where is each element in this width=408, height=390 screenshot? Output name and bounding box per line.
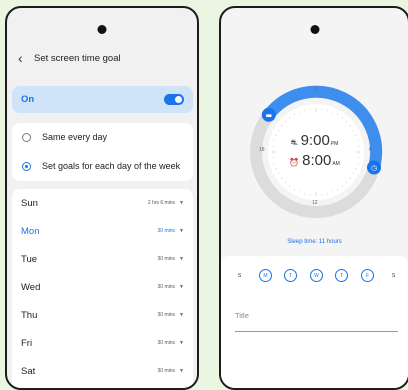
day-value-text: 30 mins <box>158 256 176 262</box>
day-name: Thu <box>21 310 37 321</box>
day-value-text: 30 mins <box>158 284 176 290</box>
day-value: 2 hrs 6 mins ▼ <box>148 200 184 206</box>
day-value: 30 mins▼ <box>158 284 184 290</box>
dropdown-caret-icon: ▼ <box>179 256 184 262</box>
day-name: Sat <box>21 366 35 377</box>
wake-time: 8:00 <box>302 152 331 169</box>
day-name: Fri <box>21 338 32 349</box>
weekday-fri[interactable]: F <box>361 269 374 282</box>
camera-dot <box>98 25 107 34</box>
dropdown-caret-icon: ▼ <box>179 200 184 206</box>
weekday-sat[interactable]: S <box>387 269 400 282</box>
dial-label-12: 12 <box>312 200 318 206</box>
day-name: Sun <box>21 198 38 209</box>
option-same-every-day[interactable]: Same every day <box>22 132 107 142</box>
day-name: Tue <box>21 254 37 265</box>
dropdown-caret-icon: ▼ <box>179 368 184 374</box>
master-switch-row[interactable]: On <box>12 86 193 113</box>
radio-button-selected[interactable] <box>22 162 31 171</box>
option-label: Same every day <box>42 132 107 142</box>
day-row-thu[interactable]: Thu 30 mins▼ <box>12 301 193 329</box>
alarm-small-icon: ⏰ <box>289 158 299 167</box>
toggle-knob <box>175 96 182 103</box>
day-value: 30 mins▼ <box>158 228 184 234</box>
day-row-sun[interactable]: Sun 2 hrs 6 mins ▼ <box>12 189 193 217</box>
header: ‹ Set screen time goal <box>18 47 189 69</box>
title-field <box>235 305 398 332</box>
dropdown-caret-icon: ▼ <box>179 312 184 318</box>
dial-label-0: 0 <box>314 87 317 93</box>
day-value-text: 30 mins <box>158 228 176 234</box>
wake-ampm: AM <box>332 161 340 167</box>
day-value: 30 mins▼ <box>158 340 184 346</box>
title-input[interactable] <box>235 305 398 320</box>
goal-mode-options: Same every day Set goals for each day of… <box>12 123 193 181</box>
day-value-text: 30 mins <box>158 368 176 374</box>
bed-icon: ▬ <box>265 112 272 120</box>
day-value-text: 30 mins <box>158 340 176 346</box>
day-value: 30 mins▼ <box>158 256 184 262</box>
day-value-text: 30 mins <box>158 312 176 318</box>
page-title: Set screen time goal <box>34 53 121 64</box>
option-each-day[interactable]: Set goals for each day of the week <box>22 161 180 171</box>
camera-dot <box>310 25 319 34</box>
weekday-wed[interactable]: W <box>310 269 323 282</box>
dropdown-caret-icon: ▼ <box>179 284 184 290</box>
radio-button[interactable] <box>22 133 31 142</box>
bed-small-icon: ⛐ <box>291 138 298 148</box>
weekday-sun[interactable]: S <box>233 269 246 282</box>
toggle-switch[interactable] <box>164 94 184 105</box>
switch-label: On <box>21 94 34 105</box>
back-arrow-icon[interactable]: ‹ <box>18 51 34 65</box>
phone-right: ▬ ◷ 0 6 12 18 ⛐ 9:00 PM ⏰ 8:00 AM Sleep … <box>219 6 408 390</box>
bedtime-ampm: PM <box>331 141 339 147</box>
day-row-wed[interactable]: Wed 30 mins▼ <box>12 273 193 301</box>
weekday-thu[interactable]: T <box>335 269 348 282</box>
weekday-panel: S M T W T F S <box>221 256 408 388</box>
weekday-mon[interactable]: M <box>259 269 272 282</box>
day-name: Mon <box>21 226 39 237</box>
option-label: Set goals for each day of the week <box>42 161 180 171</box>
day-list: Sun 2 hrs 6 mins▼ Mon 30 mins▼ Tue 30 mi… <box>12 189 193 389</box>
bedtime-readout[interactable]: ⛐ 9:00 PM <box>221 132 408 149</box>
day-value-text: 2 hrs 6 mins <box>148 200 175 206</box>
wake-readout[interactable]: ⏰ 8:00 AM <box>221 152 408 169</box>
phone-left: ‹ Set screen time goal On Same every day… <box>5 6 199 390</box>
day-row-mon[interactable]: Mon 30 mins▼ <box>12 217 193 245</box>
weekday-tue[interactable]: T <box>284 269 297 282</box>
day-row-sat[interactable]: Sat 30 mins▼ <box>12 357 193 385</box>
dropdown-caret-icon: ▼ <box>179 228 184 234</box>
bedtime-time: 9:00 <box>301 132 330 149</box>
sleep-time-label: Sleep time: 11 hours <box>221 239 408 245</box>
day-row-tue[interactable]: Tue 30 mins▼ <box>12 245 193 273</box>
day-row-fri[interactable]: Fri 30 mins▼ <box>12 329 193 357</box>
day-value: 30 mins▼ <box>158 368 184 374</box>
dropdown-caret-icon: ▼ <box>179 340 184 346</box>
day-value: 30 mins▼ <box>158 312 184 318</box>
day-name: Wed <box>21 282 40 293</box>
